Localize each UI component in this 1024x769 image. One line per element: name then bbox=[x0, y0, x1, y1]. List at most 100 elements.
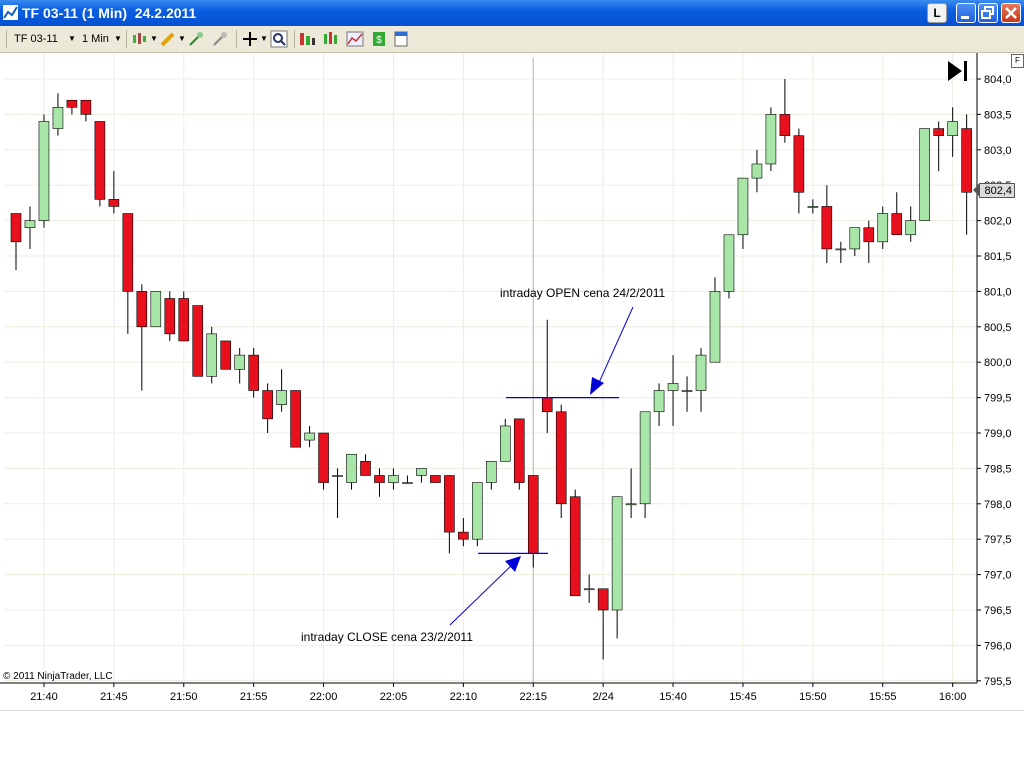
candle-body bbox=[108, 199, 120, 207]
template-icon[interactable] bbox=[392, 30, 410, 48]
toolbar-separator bbox=[294, 30, 295, 48]
f-button[interactable]: F bbox=[1011, 54, 1024, 68]
price-tick-label: 803,0 bbox=[984, 145, 1012, 157]
candle-body bbox=[849, 227, 861, 250]
candle-body bbox=[360, 461, 371, 476]
crosshair-icon[interactable] bbox=[241, 30, 259, 48]
chart-panel[interactable]: 804,0803,5803,0802,5802,0801,5801,0800,5… bbox=[0, 53, 1024, 710]
candle-body bbox=[877, 213, 889, 243]
price-tick-label: 804,0 bbox=[984, 74, 1012, 86]
candle-body bbox=[681, 390, 693, 392]
last-price-badge: 802,4 bbox=[973, 183, 1015, 198]
candle-body bbox=[304, 432, 315, 441]
candle-body bbox=[597, 588, 609, 611]
copyright-text: © 2011 NinjaTrader, LLC bbox=[3, 671, 113, 682]
price-tick-label: 800,0 bbox=[984, 357, 1012, 369]
price-tick-label: 795,5 bbox=[984, 676, 1012, 688]
bottom-area bbox=[0, 710, 1024, 769]
chevron-down-icon[interactable]: ▼ bbox=[260, 30, 268, 48]
candle-body bbox=[276, 390, 287, 405]
time-axis: 21:40 21:45 21:50 21:55 22:00 22:05 22:10 22:15… bbox=[0, 682, 977, 703]
dollar-icon[interactable]: $ bbox=[370, 30, 388, 48]
candle-body bbox=[779, 114, 791, 136]
candle-body bbox=[388, 475, 399, 483]
chart-style-icon[interactable] bbox=[298, 30, 316, 48]
candle-body bbox=[625, 503, 637, 506]
time-tick-label: 22:05 bbox=[380, 691, 408, 703]
candle-body bbox=[122, 213, 134, 292]
candle-body bbox=[80, 99, 92, 115]
candle-body bbox=[807, 206, 819, 208]
candle-body bbox=[723, 234, 735, 292]
candle-body bbox=[332, 475, 343, 477]
time-tick-label: 22:15 bbox=[519, 691, 547, 703]
candle-body bbox=[150, 291, 162, 328]
time-tick-label: 21:55 bbox=[240, 691, 268, 703]
price-tick-label: 803,5 bbox=[984, 109, 1012, 121]
data-series-icon[interactable] bbox=[322, 30, 340, 48]
time-tick-label: 15:55 bbox=[869, 691, 897, 703]
price-tick-label: 801,0 bbox=[984, 286, 1012, 298]
time-tick-label: 21:50 bbox=[170, 691, 198, 703]
time-tick-label: 21:40 bbox=[30, 691, 58, 703]
price-chart[interactable]: 804,0803,5803,0802,5802,0801,5801,0800,5… bbox=[0, 53, 1024, 710]
app-icon bbox=[3, 5, 18, 20]
candle-body bbox=[793, 135, 805, 193]
minimize-button[interactable] bbox=[956, 3, 976, 23]
price-tick-label: 799,0 bbox=[984, 428, 1012, 440]
candle-body bbox=[38, 121, 50, 221]
price-tick-label: 798,0 bbox=[984, 499, 1012, 511]
window-title: TF 03-11 (1 Min) 24.2.2011 bbox=[22, 5, 197, 21]
time-tick-label: 21:45 bbox=[100, 691, 128, 703]
minimize-icon bbox=[961, 16, 969, 19]
zoom-icon[interactable] bbox=[270, 30, 288, 48]
price-tick-label: 802,0 bbox=[984, 216, 1012, 228]
candle-body bbox=[178, 298, 190, 342]
candle-body bbox=[136, 291, 148, 328]
candle-body bbox=[555, 411, 567, 505]
interval-selector[interactable]: 1 Min ▼ bbox=[82, 30, 122, 48]
properties-icon[interactable] bbox=[346, 30, 364, 48]
bar-type-icon[interactable] bbox=[131, 30, 149, 48]
chevron-down-icon: ▼ bbox=[114, 34, 122, 43]
candle-body bbox=[206, 333, 218, 377]
time-tick-label: 16:00 bbox=[939, 691, 967, 703]
instrument-label: TF 03-11 bbox=[14, 33, 58, 45]
candle-body bbox=[486, 461, 497, 483]
candle-body bbox=[569, 496, 581, 597]
candle-body bbox=[10, 213, 22, 243]
link-button[interactable]: L bbox=[927, 3, 947, 23]
candle-body bbox=[374, 475, 385, 483]
candle-body bbox=[695, 354, 707, 391]
candle-body bbox=[220, 340, 231, 370]
instrument-selector[interactable]: TF 03-11 ▼ bbox=[14, 30, 76, 48]
price-tick-label: 796,5 bbox=[984, 605, 1012, 617]
chevron-down-icon[interactable]: ▼ bbox=[178, 30, 186, 48]
scroll-to-end-icon[interactable] bbox=[948, 61, 967, 81]
chevron-down-icon[interactable]: ▼ bbox=[150, 30, 158, 48]
candle-body bbox=[961, 128, 972, 193]
candle-body bbox=[821, 206, 833, 250]
annotation-open-arrow bbox=[596, 306, 634, 388]
pencil-icon[interactable] bbox=[159, 30, 177, 48]
price-tick-label: 796,0 bbox=[984, 640, 1012, 652]
indicator-icon[interactable] bbox=[187, 30, 205, 48]
candle-body bbox=[919, 128, 931, 221]
candle-body bbox=[52, 107, 64, 129]
candle-body bbox=[94, 121, 106, 200]
candle-body bbox=[416, 468, 427, 476]
chart-toolbar: TF 03-11 ▼ 1 Min ▼ ▼ ▼ ▼ $ bbox=[0, 26, 1024, 53]
candle-body bbox=[444, 475, 455, 533]
candle-body bbox=[933, 128, 944, 136]
candle-body bbox=[290, 390, 301, 448]
candle-body bbox=[751, 163, 763, 179]
strategy-icon[interactable] bbox=[211, 30, 229, 48]
interval-label: 1 Min bbox=[82, 33, 109, 45]
candle-body bbox=[737, 177, 749, 236]
candle-body bbox=[947, 121, 958, 136]
candle-body bbox=[583, 588, 595, 591]
close-button[interactable] bbox=[1001, 3, 1021, 23]
candle-body bbox=[653, 390, 665, 413]
restore-button[interactable] bbox=[978, 3, 998, 23]
price-axis: 804,0803,5803,0802,5802,0801,5801,0800,5… bbox=[976, 53, 1012, 688]
